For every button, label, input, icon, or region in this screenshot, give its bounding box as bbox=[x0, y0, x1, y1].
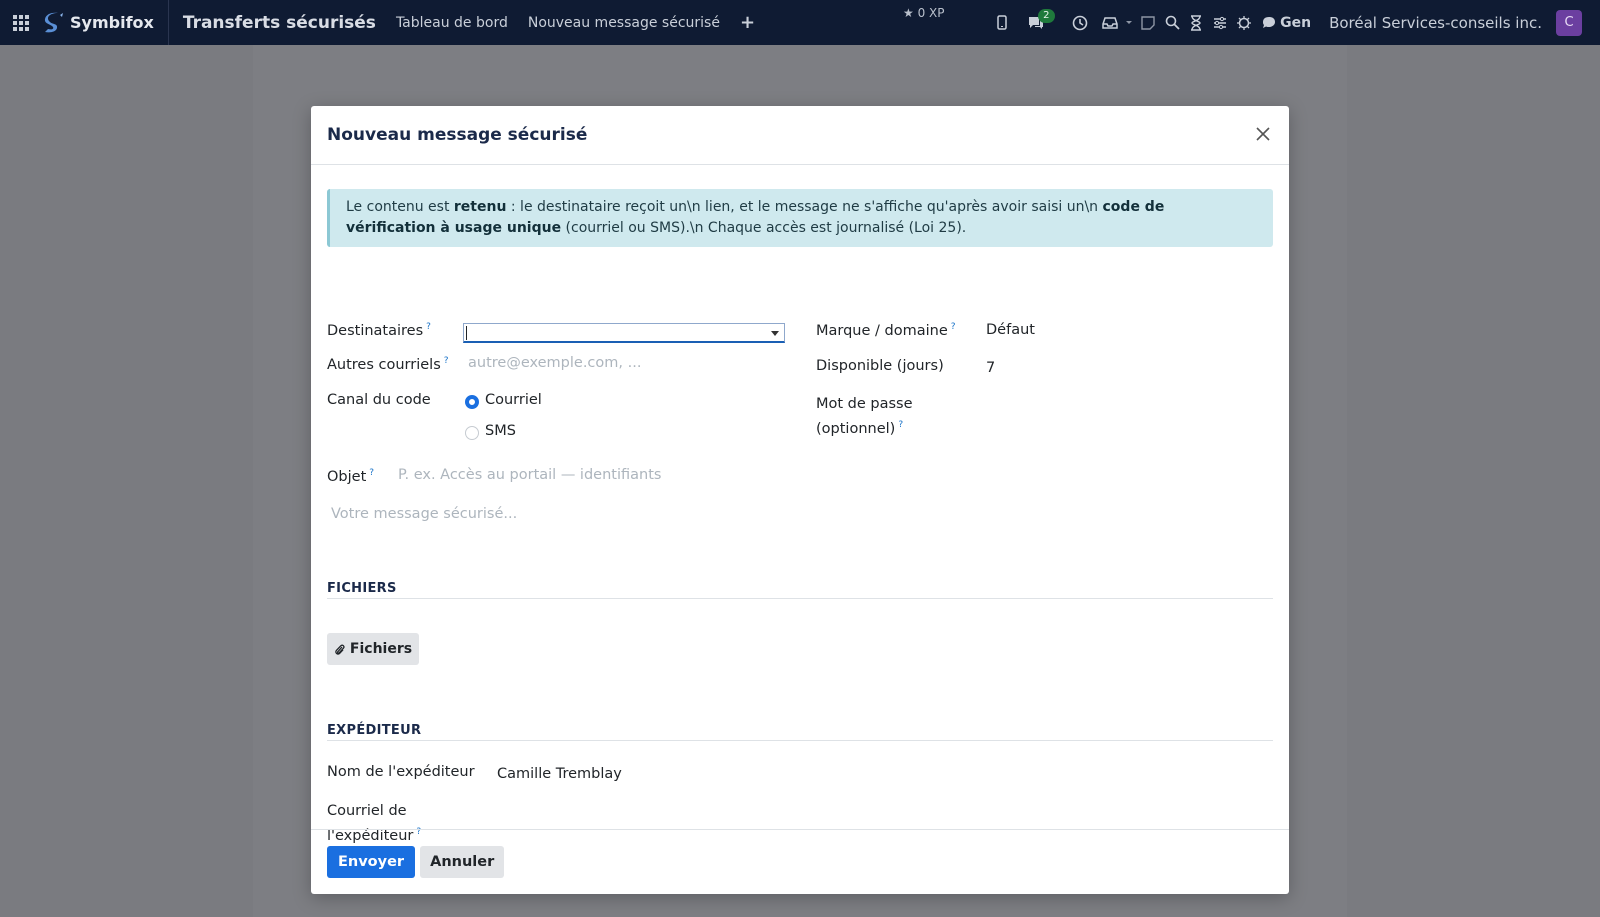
bug-icon[interactable] bbox=[1232, 11, 1256, 35]
clock-icon[interactable] bbox=[1068, 11, 1092, 35]
brand-domain-label: Marque / domaine? bbox=[816, 317, 956, 342]
alert-text-2: : le destinataire reçoit un\n lien, et l… bbox=[506, 199, 1103, 215]
sender-name-label: Nom de l'expéditeur bbox=[327, 764, 475, 780]
password-label-line1: Mot de passe bbox=[816, 396, 913, 412]
password-label: Mot de passe (optionnel)? bbox=[816, 394, 913, 440]
text-cursor bbox=[466, 326, 467, 340]
sender-email-label-line1: Courriel de bbox=[327, 803, 407, 819]
apps-menu-button[interactable] bbox=[0, 0, 42, 45]
nav-link-dashboard[interactable]: Tableau de bord bbox=[396, 15, 508, 31]
app-title[interactable]: Transferts sécurisés bbox=[183, 13, 376, 33]
inbox-icon[interactable] bbox=[1098, 11, 1122, 35]
subject-label: Objet? bbox=[327, 463, 374, 488]
alert-bold-retenu: retenu bbox=[453, 199, 507, 215]
new-secure-message-dialog: Nouveau message sécurisé Le contenu est … bbox=[311, 106, 1289, 894]
navbar-right: 2 Gen Boréal Services-conseils inc. C bbox=[990, 0, 1600, 45]
user-avatar[interactable]: C bbox=[1556, 9, 1582, 36]
symbifox-logo-icon bbox=[44, 12, 63, 32]
star-icon: ★ bbox=[903, 6, 914, 20]
info-alert: Le contenu est retenu : le destinataire … bbox=[327, 189, 1273, 247]
top-navbar: Symbifox Transferts sécurisés Tableau de… bbox=[0, 0, 1600, 45]
subject-help[interactable]: ? bbox=[369, 468, 374, 478]
recipients-help[interactable]: ? bbox=[426, 322, 431, 332]
subject-label-text: Objet bbox=[327, 468, 367, 485]
company-switcher[interactable]: Boréal Services-conseils inc. bbox=[1329, 14, 1542, 32]
chat-badge: 2 bbox=[1038, 8, 1055, 23]
message-body-editor[interactable]: Votre message sécurisé... bbox=[331, 506, 517, 522]
other-emails-help[interactable]: ? bbox=[444, 356, 449, 366]
radio-sms-label[interactable]: SMS bbox=[485, 423, 516, 439]
recipients-label-text: Destinataires bbox=[327, 322, 424, 339]
note-icon[interactable] bbox=[1136, 11, 1160, 35]
gen-assistant-button[interactable]: Gen bbox=[1262, 15, 1311, 31]
gen-label: Gen bbox=[1280, 14, 1312, 31]
code-channel-label: Canal du code bbox=[327, 392, 431, 408]
dialog-footer: Envoyer Annuler bbox=[311, 829, 1289, 894]
chat-bubble-icon bbox=[1263, 17, 1276, 28]
dialog-header: Nouveau message sécurisé bbox=[311, 106, 1289, 165]
recipients-select[interactable] bbox=[463, 323, 785, 343]
radio-courriel[interactable] bbox=[465, 395, 479, 409]
files-section-divider bbox=[327, 598, 1273, 599]
brand-domain-help[interactable]: ? bbox=[951, 322, 956, 332]
cancel-button[interactable]: Annuler bbox=[420, 846, 505, 878]
brand-name: Symbifox bbox=[70, 13, 154, 32]
paperclip-icon bbox=[335, 644, 345, 655]
sender-section-title: EXPÉDITEUR bbox=[327, 723, 422, 738]
radio-courriel-label[interactable]: Courriel bbox=[485, 392, 542, 408]
available-days-input[interactable]: 7 bbox=[986, 360, 995, 376]
dialog-title: Nouveau message sécurisé bbox=[327, 125, 588, 145]
chevron-down-icon[interactable] bbox=[771, 331, 779, 336]
other-emails-label-text: Autres courriels bbox=[327, 356, 441, 373]
available-days-label: Disponible (jours) bbox=[816, 358, 944, 374]
xp-value: 0 XP bbox=[917, 6, 945, 20]
attach-files-label: Fichiers bbox=[349, 641, 413, 657]
other-emails-label: Autres courriels? bbox=[327, 351, 449, 376]
apps-grid-icon bbox=[13, 14, 29, 31]
password-help[interactable]: ? bbox=[898, 420, 903, 430]
other-emails-input[interactable]: autre@exemple.com, ... bbox=[468, 355, 641, 371]
brand[interactable]: Symbifox bbox=[42, 0, 169, 45]
hourglass-icon[interactable] bbox=[1184, 11, 1208, 35]
brand-domain-label-text: Marque / domaine bbox=[816, 322, 948, 339]
nav-add-button[interactable]: + bbox=[740, 12, 755, 33]
mobile-icon[interactable] bbox=[990, 11, 1014, 35]
nav-link-new-secure-message[interactable]: Nouveau message sécurisé bbox=[528, 15, 720, 31]
search-icon[interactable] bbox=[1160, 11, 1184, 35]
chevron-down-icon[interactable] bbox=[1122, 11, 1136, 35]
dialog-body: Le contenu est retenu : le destinataire … bbox=[311, 165, 1289, 844]
password-input[interactable] bbox=[986, 400, 1266, 420]
password-label-line2: (optionnel) bbox=[816, 420, 896, 437]
send-button[interactable]: Envoyer bbox=[327, 846, 416, 878]
sender-email-input[interactable] bbox=[497, 807, 797, 827]
recipients-label: Destinataires? bbox=[327, 317, 431, 342]
brand-domain-select[interactable]: Défaut bbox=[986, 322, 1035, 338]
attach-files-button[interactable]: Fichiers bbox=[327, 633, 419, 665]
alert-text-1: Le contenu est bbox=[346, 199, 454, 215]
xp-indicator[interactable]: ★ 0 XP bbox=[903, 6, 945, 20]
settings-sliders-icon[interactable] bbox=[1208, 11, 1232, 35]
radio-sms[interactable] bbox=[465, 426, 479, 440]
sender-name-input[interactable]: Camille Tremblay bbox=[497, 766, 622, 782]
alert-text-3: (courriel ou SMS).\n Chaque accès est jo… bbox=[561, 220, 967, 236]
sender-section-divider bbox=[327, 740, 1273, 741]
close-icon[interactable] bbox=[1253, 124, 1273, 144]
subject-input[interactable]: P. ex. Accès au portail — identifiants bbox=[398, 467, 661, 483]
files-section-title: FICHIERS bbox=[327, 581, 397, 596]
chat-icon[interactable]: 2 bbox=[1024, 8, 1055, 35]
